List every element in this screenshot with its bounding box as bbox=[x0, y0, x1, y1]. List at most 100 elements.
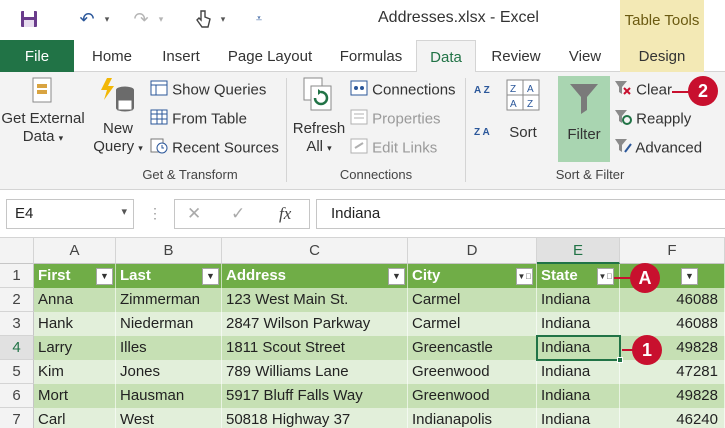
reapply-button[interactable]: Reapply bbox=[614, 109, 691, 130]
fill-handle[interactable] bbox=[617, 357, 623, 363]
cancel-icon[interactable]: ✕ bbox=[187, 204, 201, 224]
table-cell[interactable]: Anna bbox=[34, 288, 116, 312]
table-cell[interactable]: 5917 Bluff Falls Way bbox=[222, 384, 408, 408]
column-header-e[interactable]: E bbox=[537, 238, 620, 264]
table-cell[interactable]: Carmel bbox=[408, 288, 537, 312]
filter-applied-icon[interactable]: ▼⃒ bbox=[516, 268, 533, 285]
undo-dropdown-icon[interactable]: ▾ bbox=[100, 7, 114, 31]
table-cell[interactable]: 123 West Main St. bbox=[222, 288, 408, 312]
filter-applied-icon[interactable]: ▼⃒ bbox=[597, 268, 614, 285]
row-header-7[interactable]: 7 bbox=[0, 408, 34, 428]
touch-mode-icon[interactable] bbox=[190, 7, 216, 31]
tab-review[interactable]: Review bbox=[482, 40, 550, 72]
row-header-4[interactable]: 4 bbox=[0, 336, 34, 360]
recent-sources-button[interactable]: Recent Sources bbox=[150, 138, 279, 159]
row-header-5[interactable]: 5 bbox=[0, 360, 34, 384]
column-header-f[interactable]: F bbox=[620, 238, 725, 264]
table-cell[interactable]: Kim bbox=[34, 360, 116, 384]
show-queries-button[interactable]: Show Queries bbox=[150, 80, 266, 101]
table-cell[interactable]: Indiana bbox=[537, 408, 620, 428]
table-cell[interactable]: Indiana bbox=[537, 312, 620, 336]
table-cell[interactable]: Carl bbox=[34, 408, 116, 428]
column-header-b[interactable]: B bbox=[116, 238, 222, 264]
tab-formulas[interactable]: Formulas bbox=[328, 40, 414, 72]
select-all-corner[interactable] bbox=[0, 238, 34, 264]
from-table-button[interactable]: From Table bbox=[150, 109, 247, 130]
properties-button[interactable]: Properties bbox=[350, 109, 441, 130]
tab-home[interactable]: Home bbox=[80, 40, 144, 72]
row-header-2[interactable]: 2 bbox=[0, 288, 34, 312]
table-cell[interactable]: 789 Williams Lane bbox=[222, 360, 408, 384]
table-cell[interactable]: Jones bbox=[116, 360, 222, 384]
table-cell[interactable]: Greencastle bbox=[408, 336, 537, 360]
table-cell[interactable]: 46088 bbox=[620, 312, 725, 336]
new-query-label-1: New bbox=[102, 120, 133, 137]
table-cell[interactable]: Indianapolis bbox=[408, 408, 537, 428]
row-header-1[interactable]: 1 bbox=[0, 264, 34, 288]
table-cell[interactable]: Greenwood bbox=[408, 384, 537, 408]
enter-icon[interactable]: ✓ bbox=[231, 204, 245, 224]
table-cell[interactable]: Zimmerman bbox=[116, 288, 222, 312]
table-header-address[interactable]: Address bbox=[222, 264, 408, 288]
more-options-icon[interactable]: ⋮ bbox=[148, 205, 162, 222]
tab-page-layout[interactable]: Page Layout bbox=[218, 40, 322, 72]
filter-button[interactable]: Filter bbox=[558, 76, 610, 162]
table-cell[interactable]: Hausman bbox=[116, 384, 222, 408]
table-cell[interactable]: Indiana bbox=[537, 360, 620, 384]
redo-dropdown-icon[interactable]: ▾ bbox=[154, 7, 168, 31]
worksheet-grid[interactable]: A B C D E F 1 2 3 4 5 6 7 First ▼ Last ▼… bbox=[0, 238, 725, 428]
row-header-6[interactable]: 6 bbox=[0, 384, 34, 408]
table-cell[interactable]: Larry bbox=[34, 336, 116, 360]
customize-qat-icon[interactable]: ⩡ bbox=[252, 7, 266, 31]
column-header-a[interactable]: A bbox=[34, 238, 116, 264]
table-cell[interactable]: Hank bbox=[34, 312, 116, 336]
filter-dropdown-icon[interactable]: ▼ bbox=[202, 268, 219, 285]
table-cell[interactable]: 46088 bbox=[620, 288, 725, 312]
edit-links-button[interactable]: Edit Links bbox=[350, 138, 437, 159]
table-cell[interactable]: 46240 bbox=[620, 408, 725, 428]
tab-view[interactable]: View bbox=[556, 40, 614, 72]
table-cell[interactable]: 47281 bbox=[620, 360, 725, 384]
table-cell[interactable]: Carmel bbox=[408, 312, 537, 336]
table-cell[interactable]: Illes bbox=[116, 336, 222, 360]
formula-buttons: ✕ ✓ fx bbox=[174, 199, 310, 229]
new-query-button[interactable]: New Query ▾ bbox=[90, 76, 146, 157]
save-icon[interactable] bbox=[16, 7, 42, 31]
column-header-c[interactable]: C bbox=[222, 238, 408, 264]
undo-icon[interactable]: ↶ bbox=[74, 7, 100, 31]
connections-button[interactable]: Connections bbox=[350, 80, 456, 101]
table-cell[interactable]: 2847 Wilson Parkway bbox=[222, 312, 408, 336]
table-cell[interactable]: Indiana bbox=[537, 384, 620, 408]
formula-input[interactable]: Indiana bbox=[316, 199, 725, 229]
chevron-down-icon[interactable]: ▾ bbox=[121, 205, 127, 218]
name-box[interactable]: E4 ▾ bbox=[6, 199, 134, 229]
refresh-all-button[interactable]: Refresh All ▾ bbox=[290, 76, 348, 157]
sort-z-a-button[interactable]: Z A bbox=[474, 128, 498, 138]
table-cell[interactable]: 1811 Scout Street bbox=[222, 336, 408, 360]
tab-file[interactable]: File bbox=[0, 40, 74, 72]
row-header-3[interactable]: 3 bbox=[0, 312, 34, 336]
filter-dropdown-icon[interactable]: ▼ bbox=[96, 268, 113, 285]
table-cell[interactable]: 50818 Highway 37 bbox=[222, 408, 408, 428]
tab-data[interactable]: Data bbox=[416, 40, 476, 73]
table-cell[interactable]: Niederman bbox=[116, 312, 222, 336]
reapply-icon bbox=[614, 109, 632, 130]
sort-button[interactable]: ZAAZ Sort bbox=[502, 78, 544, 142]
clear-filter-button[interactable]: Clear bbox=[614, 80, 672, 101]
column-header-d[interactable]: D bbox=[408, 238, 537, 264]
touch-dropdown-icon[interactable]: ▾ bbox=[216, 7, 230, 31]
tab-design[interactable]: Design bbox=[620, 40, 704, 72]
table-cell[interactable]: West bbox=[116, 408, 222, 428]
get-external-data-button[interactable]: Get External Data ▾ bbox=[0, 76, 86, 147]
table-cell[interactable]: Greenwood bbox=[408, 360, 537, 384]
redo-icon[interactable]: ↷ bbox=[128, 7, 154, 31]
table-cell[interactable]: Mort bbox=[34, 384, 116, 408]
table-cell[interactable]: Indiana bbox=[537, 288, 620, 312]
tab-insert[interactable]: Insert bbox=[150, 40, 212, 72]
filter-dropdown-icon[interactable]: ▼ bbox=[681, 268, 698, 285]
sort-a-z-button[interactable]: A Z bbox=[474, 86, 498, 96]
filter-dropdown-icon[interactable]: ▼ bbox=[388, 268, 405, 285]
insert-function-button[interactable]: fx bbox=[279, 204, 291, 224]
table-cell[interactable]: 49828 bbox=[620, 384, 725, 408]
advanced-button[interactable]: Advanced bbox=[614, 138, 702, 159]
